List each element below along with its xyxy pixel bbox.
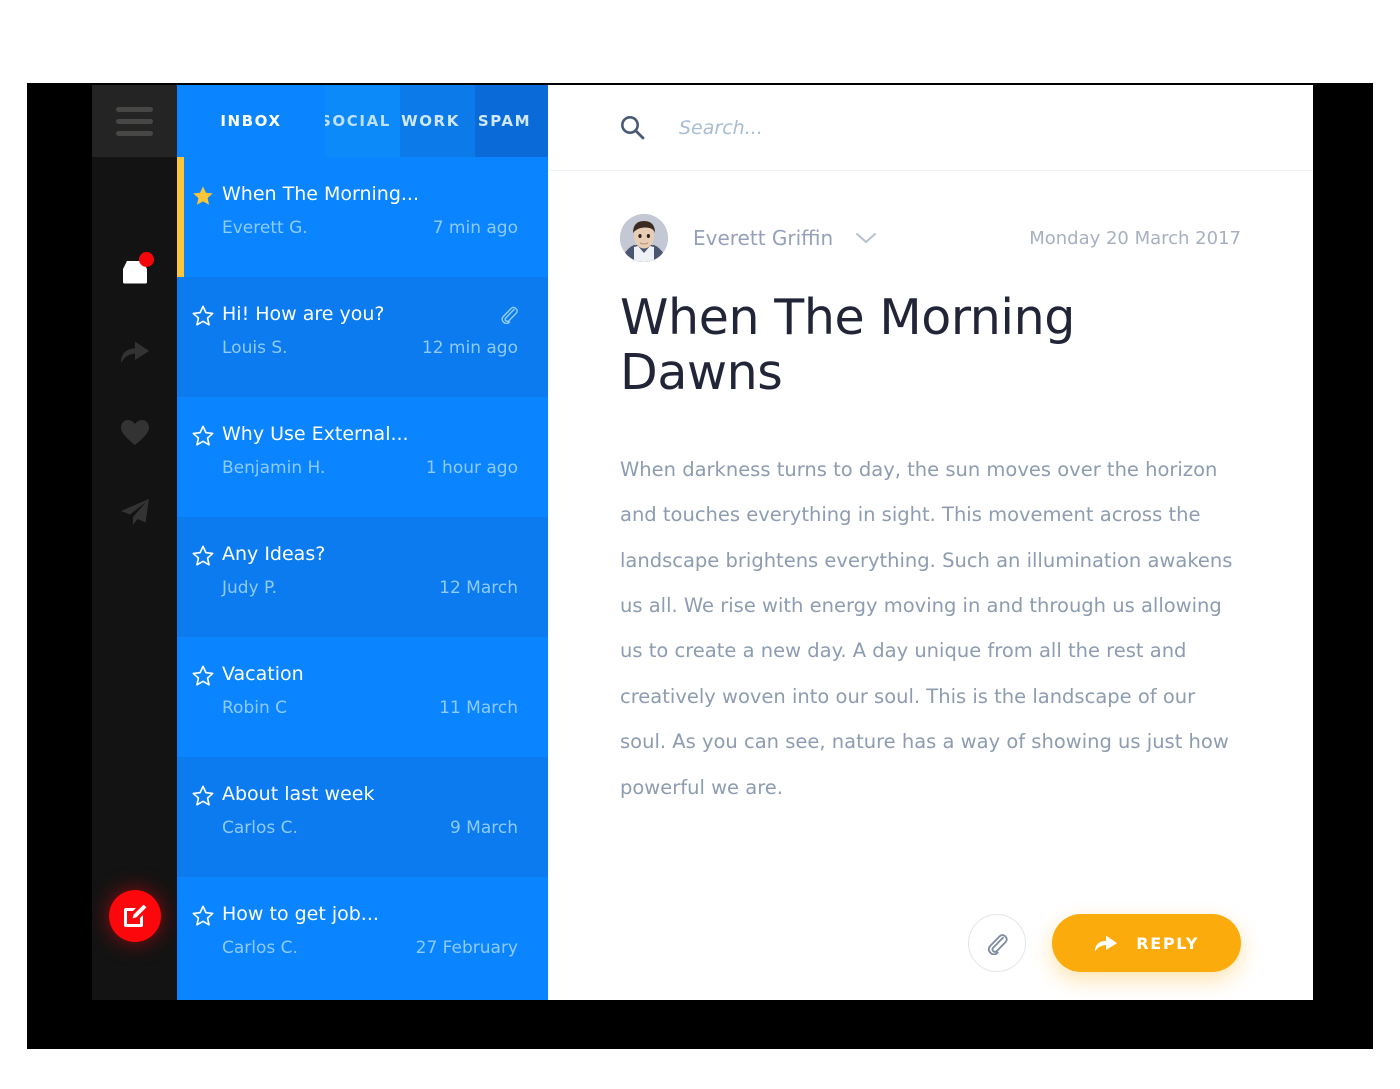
hamburger-menu-button[interactable] — [92, 85, 177, 157]
email-client-window: INBOX SOCIAL WORK SPAM When The Morning.… — [92, 85, 1313, 1000]
email-sender: Everett G. — [222, 218, 308, 238]
hamburger-icon-bar — [116, 118, 153, 124]
unread-badge-dot — [139, 252, 154, 267]
email-sender: Robin C — [222, 698, 288, 718]
tab-work-label: WORK — [401, 112, 460, 130]
tab-inbox-label: INBOX — [220, 112, 282, 130]
email-sender: Benjamin H. — [222, 458, 326, 478]
email-actions: REPLY — [968, 914, 1241, 972]
email-list-item[interactable]: Hi! How are you? Louis S. 12 min ago — [177, 277, 548, 397]
email-subject: When The Morning... — [222, 183, 420, 205]
email-list-item[interactable]: Vacation Robin C 11 March — [177, 637, 548, 757]
hamburger-icon-bar — [116, 130, 153, 136]
email-date: Monday 20 March 2017 — [1029, 227, 1241, 249]
avatar — [620, 214, 668, 262]
attachment-paperclip-icon — [988, 934, 1008, 955]
email-time: 11 March — [439, 698, 518, 718]
email-subject: Why Use External... — [222, 423, 409, 445]
attach-button[interactable] — [968, 914, 1027, 972]
compose-pencil-icon — [123, 904, 146, 927]
hamburger-icon-bar — [116, 106, 153, 112]
rail-item-inbox[interactable] — [92, 232, 177, 312]
email-sender: Carlos C. — [222, 938, 298, 958]
email-time: 12 March — [439, 578, 518, 598]
star-filled-icon[interactable] — [192, 185, 214, 207]
search-input[interactable] — [679, 116, 1199, 139]
star-outline-icon[interactable] — [192, 785, 214, 807]
email-sender: Judy P. — [222, 578, 278, 598]
tab-inbox[interactable]: INBOX — [177, 85, 325, 157]
email-list-item[interactable]: Any Ideas? Judy P. 12 March — [177, 517, 548, 637]
sender-name: Everett Griffin — [693, 226, 834, 250]
reply-button[interactable]: REPLY — [1052, 914, 1241, 972]
email-reader-pane: Everett Griffin Monday 20 March 2017 Whe… — [548, 85, 1313, 1000]
email-time: 7 min ago — [432, 218, 518, 238]
email-list-item[interactable]: How to get job... Carlos C. 27 February — [177, 877, 548, 997]
email-content: Everett Griffin Monday 20 March 2017 Whe… — [548, 171, 1313, 1000]
star-outline-icon[interactable] — [192, 905, 214, 927]
star-outline-icon[interactable] — [192, 545, 214, 567]
email-list-item[interactable]: Why Use External... Benjamin H. 1 hour a… — [177, 397, 548, 517]
email-list-item[interactable]: About last week Carlos C. 9 March — [177, 757, 548, 877]
email-sender: Carlos C. — [222, 818, 298, 838]
email-list-pane: INBOX SOCIAL WORK SPAM When The Morning.… — [177, 85, 548, 1000]
tab-social-label: SOCIAL — [325, 112, 391, 130]
compose-button[interactable] — [108, 890, 161, 942]
email-subject: How to get job... — [222, 903, 379, 925]
rail-item-forward[interactable] — [92, 312, 177, 392]
star-outline-icon[interactable] — [192, 665, 214, 687]
forward-arrow-icon — [120, 341, 149, 363]
email-time: 1 hour ago — [425, 458, 518, 478]
email-subject: About last week — [222, 783, 375, 805]
email-time: 27 February — [415, 938, 518, 958]
tab-spam[interactable]: SPAM — [475, 85, 548, 157]
star-outline-icon[interactable] — [192, 305, 214, 327]
search-bar — [548, 85, 1313, 171]
navigation-rail — [92, 85, 177, 1000]
mailbox-tabs: INBOX SOCIAL WORK SPAM — [177, 85, 548, 157]
email-subject: Hi! How are you? — [222, 303, 385, 325]
email-list-item[interactable]: When The Morning... Everett G. 7 min ago — [177, 157, 548, 277]
send-icon — [120, 499, 149, 525]
email-time: 12 min ago — [421, 338, 518, 358]
tab-spam-label: SPAM — [477, 112, 532, 130]
email-subject: Vacation — [222, 663, 304, 685]
chevron-down-icon[interactable] — [855, 231, 877, 245]
email-body-text: When darkness turns to day, the sun move… — [620, 457, 1233, 799]
tab-work[interactable]: WORK — [400, 85, 475, 157]
star-outline-icon[interactable] — [192, 425, 214, 447]
search-icon[interactable] — [620, 115, 645, 140]
reply-arrow-icon — [1095, 935, 1118, 952]
tab-social[interactable]: SOCIAL — [325, 85, 400, 157]
email-title: When The Morning Dawns — [620, 289, 1075, 401]
rail-item-favorites[interactable] — [92, 392, 177, 472]
email-time: 9 March — [449, 818, 518, 838]
email-sender: Louis S. — [222, 338, 288, 358]
rail-item-sent[interactable] — [92, 472, 177, 552]
avatar-photo — [620, 214, 668, 262]
sender-row: Everett Griffin Monday 20 March 2017 — [620, 207, 1241, 269]
email-list: When The Morning... Everett G. 7 min ago… — [177, 157, 548, 1000]
attachment-paperclip-icon — [501, 306, 518, 324]
email-subject: Any Ideas? — [222, 543, 326, 565]
heart-icon — [120, 419, 149, 445]
reply-button-label: REPLY — [1136, 933, 1199, 953]
